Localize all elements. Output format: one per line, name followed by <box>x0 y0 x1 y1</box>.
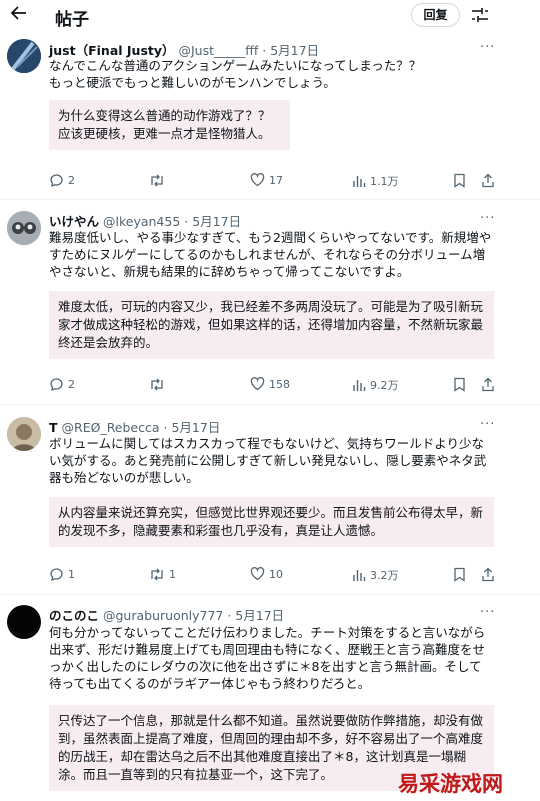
bookmark-icon[interactable] <box>453 567 466 582</box>
avatar[interactable] <box>7 211 41 245</box>
post[interactable]: T @REØ_Rebecca · 5月17日 ··· ボリュームに関してはスカス… <box>0 405 540 595</box>
post[interactable]: いけやん @lkeyan455 · 5月17日 ··· 難易度低いし、やる事少な… <box>0 200 540 405</box>
more-options-icon[interactable]: ··· <box>480 605 495 620</box>
retweet-count: 1 <box>169 568 176 581</box>
retweet-action[interactable] <box>149 173 169 188</box>
views-count: 3.2万 <box>370 569 399 582</box>
translation-box: 从内容量来说还算充实，但感觉比世界观还要少。而且发售前公布得太早，新的发现不多，… <box>49 497 494 547</box>
author-handle[interactable]: @REØ_Rebecca <box>62 420 160 435</box>
heart-icon <box>250 567 265 581</box>
reply-icon <box>50 378 63 392</box>
share-icon[interactable] <box>481 377 495 392</box>
more-options-icon[interactable]: ··· <box>480 211 495 226</box>
author-name[interactable]: いけやん <box>49 214 99 229</box>
post-date[interactable]: · 5月17日 <box>184 214 241 229</box>
top-bar: 帖子 回复 <box>0 0 540 34</box>
avatar[interactable] <box>7 417 41 451</box>
avatar[interactable] <box>7 39 41 73</box>
post-text: 難易度低いし、やる事少なすぎて、もう2週間くらいやってないです。新規増やすために… <box>49 230 492 279</box>
author-name[interactable]: のこのこ <box>49 608 99 623</box>
bookmark-icon[interactable] <box>453 377 466 392</box>
heart-icon <box>250 173 265 187</box>
post-date[interactable]: · 5月17日 <box>227 608 284 623</box>
views-action[interactable]: 9.2万 <box>352 377 399 393</box>
reply-count: 2 <box>68 378 75 391</box>
avatar[interactable] <box>7 605 41 639</box>
views-icon <box>353 570 366 581</box>
like-count: 17 <box>269 173 283 187</box>
like-count: 10 <box>269 567 283 581</box>
like-action[interactable]: 158 <box>250 377 290 391</box>
action-bar: 2 17 1.1万 <box>49 173 499 191</box>
author-handle[interactable]: @Just_____fff <box>179 43 259 58</box>
reply-icon <box>50 174 63 188</box>
like-count: 158 <box>269 377 290 391</box>
retweet-icon <box>151 174 163 187</box>
heart-icon <box>250 377 265 391</box>
retweet-action[interactable] <box>149 377 169 392</box>
retweet-icon <box>151 568 163 581</box>
bookmark-icon[interactable] <box>453 173 466 188</box>
author-name[interactable]: T <box>49 420 58 435</box>
views-icon <box>353 176 366 187</box>
translation-box: 难度太低，可玩的内容又少，我已经差不多两周没玩了。可能是为了吸引新玩家才做成这种… <box>49 291 494 359</box>
tune-icon[interactable] <box>470 5 490 25</box>
post-text: ボリュームに関してはスカスカって程でもないけど、気持ちワールドより少ない気がする… <box>49 436 487 485</box>
author-handle[interactable]: @guraburuonly777 <box>103 608 223 623</box>
reply-count: 2 <box>68 174 75 187</box>
post-text: なんでこんな普通のアクションゲームみたいになってしまった？？ もっと硬派でもっと… <box>49 58 422 90</box>
share-icon[interactable] <box>481 567 495 582</box>
more-options-icon[interactable]: ··· <box>480 40 495 55</box>
action-bar: 1 1 10 3.2万 <box>49 567 499 585</box>
action-bar: 2 158 9.2万 <box>49 377 499 395</box>
watermark: 易采游戏网 <box>398 771 503 796</box>
author-handle[interactable]: @lkeyan455 <box>103 214 180 229</box>
reply-button[interactable]: 回复 <box>411 3 460 27</box>
reply-count: 1 <box>68 568 75 581</box>
reply-action[interactable]: 2 <box>49 377 75 392</box>
retweet-icon <box>151 378 163 391</box>
like-action[interactable]: 10 <box>250 567 283 581</box>
reply-action[interactable]: 1 <box>49 567 75 582</box>
post[interactable]: just（Final Justy） @Just_____fff · 5月17日 … <box>0 34 540 200</box>
share-icon[interactable] <box>481 173 495 188</box>
retweet-action[interactable]: 1 <box>149 567 176 582</box>
views-count: 9.2万 <box>370 379 399 392</box>
views-icon <box>353 380 366 391</box>
translation-box: 为什么变得这么普通的动作游戏了？？ 应该更硬核，更难一点才是怪物猎人。 <box>49 100 290 150</box>
views-action[interactable]: 1.1万 <box>352 173 399 189</box>
author-name[interactable]: just（Final Justy） <box>49 43 175 58</box>
views-count: 1.1万 <box>370 175 399 188</box>
reply-action[interactable]: 2 <box>49 173 75 188</box>
post-date[interactable]: · 5月17日 <box>262 43 319 58</box>
page-title: 帖子 <box>55 10 89 30</box>
views-action[interactable]: 3.2万 <box>352 567 399 583</box>
back-arrow-icon[interactable] <box>8 4 30 26</box>
post-text: 何も分かってないってことだけ伝わりました。チート対策をすると言いながら出来ず、形… <box>49 625 486 691</box>
like-action[interactable]: 17 <box>250 173 283 187</box>
more-options-icon[interactable]: ··· <box>480 417 495 432</box>
reply-icon <box>50 568 63 582</box>
post-date[interactable]: · 5月17日 <box>164 420 221 435</box>
